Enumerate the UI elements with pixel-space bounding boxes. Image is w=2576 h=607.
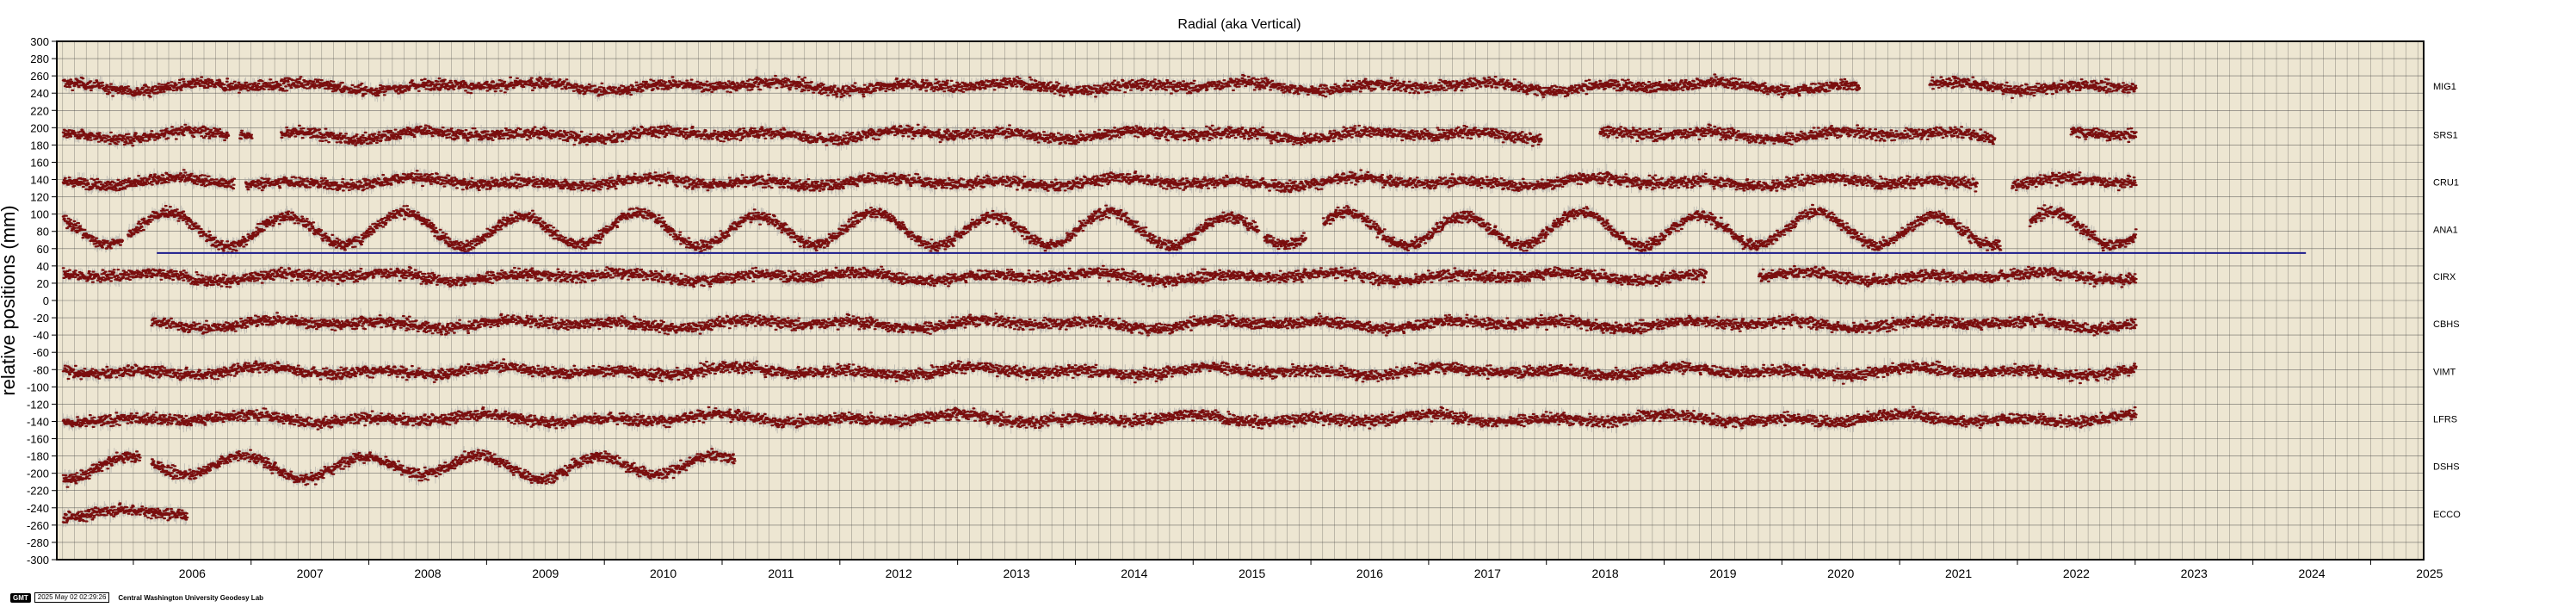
y-tick-label: -60: [33, 346, 49, 359]
series-label: LFRS: [2433, 414, 2457, 424]
gmt-logo: GMT: [10, 592, 31, 603]
y-tick-label: 220: [30, 104, 49, 117]
x-tick-label: 2024: [2298, 567, 2325, 580]
y-tick-label: 300: [30, 35, 49, 48]
y-axis-title: relative positions (mm): [0, 205, 19, 395]
x-tick-label: 2020: [1827, 567, 1854, 580]
x-axis-ticks: 2006 2007 2008 2009 2010 2011 2012 2013 2014 2015…: [133, 560, 2443, 580]
y-tick-label: -280: [27, 536, 49, 549]
y-tick-label: 160: [30, 156, 49, 169]
x-tick-label: 2019: [1709, 567, 1736, 580]
chart-title: Radial (aka Vertical): [1177, 17, 1300, 32]
y-tick-label: 180: [30, 139, 49, 152]
y-tick-label: -100: [27, 381, 49, 393]
chart: Radial (aka Vertical) 300280260240220200…: [0, 17, 2461, 580]
y-tick-label: -20: [33, 312, 49, 325]
x-tick-label: 2023: [2181, 567, 2208, 580]
x-tick-label: 2018: [1592, 567, 1619, 580]
x-tick-label: 2008: [414, 567, 441, 580]
series-label: CRU1: [2433, 178, 2459, 189]
x-tick-label: 2013: [1003, 567, 1029, 580]
y-tick-label: -160: [27, 433, 49, 446]
y-tick-label: 240: [30, 87, 49, 100]
y-tick-label: 40: [37, 260, 49, 273]
x-tick-label: 2017: [1474, 567, 1501, 580]
y-tick-label: 60: [37, 243, 49, 256]
x-tick-label: 2011: [768, 567, 794, 580]
y-tick-label: -40: [33, 329, 49, 342]
x-tick-label: 2010: [650, 567, 676, 580]
y-tick-label: 260: [30, 70, 49, 83]
series-label: SRS1: [2433, 130, 2458, 140]
y-tick-label: 140: [30, 174, 49, 187]
y-tick-label: -260: [27, 519, 49, 532]
y-tick-label: -120: [27, 398, 49, 411]
x-tick-label: 2014: [1121, 567, 1147, 580]
x-tick-label: 2022: [2063, 567, 2090, 580]
y-tick-label: -140: [27, 415, 49, 428]
y-tick-label: 100: [30, 208, 49, 221]
y-tick-label: -240: [27, 502, 49, 515]
x-tick-label: 2012: [886, 567, 912, 580]
series-label: ECCO: [2433, 510, 2461, 520]
x-tick-label: 2006: [179, 567, 206, 580]
y-axis-ticks: 3002802602402202001801601401201008060402…: [27, 35, 57, 567]
y-tick-label: -220: [27, 485, 49, 498]
x-tick-label: 2016: [1356, 567, 1383, 580]
series-label: VIMT: [2433, 367, 2456, 377]
footer: GMT 2025 May 02 02:29:26 Central Washing…: [10, 592, 263, 603]
y-tick-label: 280: [30, 53, 49, 65]
series-label: ANA1: [2433, 226, 2458, 236]
y-tick-label: 200: [30, 121, 49, 134]
x-tick-label: 2007: [297, 567, 324, 580]
x-tick-label: 2025: [2416, 567, 2443, 580]
credit-text: Central Washington University Geodesy La…: [118, 593, 264, 602]
y-tick-label: -180: [27, 450, 49, 463]
series-labels: MIG1 SRS1 CRU1 ANA1 CIRX CBHS VIMT LFRS DSHS ECCO: [2433, 82, 2461, 520]
y-tick-label: -200: [27, 468, 49, 480]
timestamp: 2025 May 02 02:29:26: [34, 592, 110, 603]
series-label: CBHS: [2433, 319, 2460, 330]
series-label: CIRX: [2433, 272, 2456, 282]
y-tick-label: -80: [33, 363, 49, 376]
y-tick-label: 80: [37, 226, 49, 238]
x-tick-label: 2009: [532, 567, 559, 580]
series-label: DSHS: [2433, 462, 2460, 473]
y-tick-label: -300: [27, 554, 49, 567]
x-tick-label: 2021: [1945, 567, 1972, 580]
y-tick-label: 20: [37, 277, 49, 290]
series-label: MIG1: [2433, 82, 2456, 92]
y-tick-label: 120: [30, 191, 49, 204]
y-tick-label: 0: [43, 294, 49, 307]
x-tick-label: 2015: [1239, 567, 1265, 580]
